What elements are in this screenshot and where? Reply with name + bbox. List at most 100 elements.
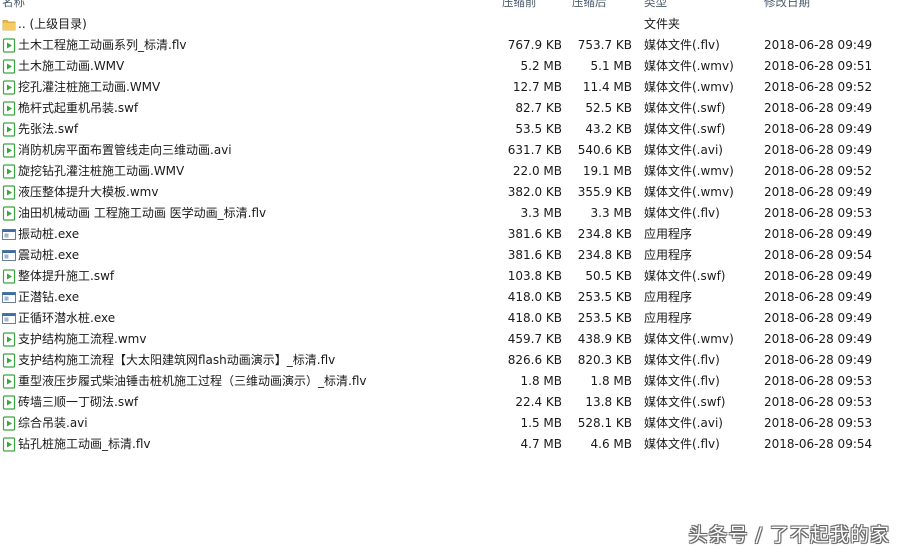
file-type: 媒体文件(.swf) <box>644 269 726 283</box>
column-header-size[interactable]: 压缩后 <box>572 0 607 10</box>
file-size: 528.1 KB <box>577 416 632 430</box>
file-name: 正潜钻.exe <box>18 290 80 304</box>
file-compressed-size: 1.8 MB <box>520 374 562 388</box>
watermark: 头条号 / 了不起我的家 <box>688 524 890 546</box>
file-type: 媒体文件(.flv) <box>644 374 720 388</box>
media-file-icon <box>2 101 16 116</box>
media-file-icon <box>2 269 16 284</box>
file-row[interactable]: 整体提升施工.swf 103.8 KB 50.5 KB 媒体文件(.swf) 2018-… <box>0 266 904 287</box>
file-name: 先张法.swf <box>18 122 79 136</box>
file-name-cell: 正潜钻.exe <box>0 287 495 308</box>
file-compressed-size: 22.0 MB <box>512 164 562 178</box>
file-name-cell: 正循环潜水桩.exe <box>0 308 495 329</box>
file-row[interactable]: 支护结构施工流程.wmv 459.7 KB 438.9 KB 媒体文件(.wmv) 20… <box>0 329 904 350</box>
file-size: 753.7 KB <box>577 38 632 52</box>
file-type: 媒体文件(.swf) <box>644 122 726 136</box>
folder-icon <box>2 20 16 31</box>
file-name-cell: 消防机房平面布置管线走向三维动画.avi <box>0 140 495 161</box>
file-compressed-size: 1.5 MB <box>520 416 562 430</box>
file-row[interactable]: 旋挖钻孔灌注桩施工动画.WMV 22.0 MB 19.1 MB 媒体文件(.wmv) 2… <box>0 161 904 182</box>
parent-folder-type: 文件夹 <box>644 17 681 31</box>
file-compressed-size: 5.2 MB <box>520 59 562 73</box>
file-modified-date: 2018-06-28 09:52 <box>764 164 873 178</box>
file-row[interactable]: 钻孔桩施工动画_标清.flv 4.7 MB 4.6 MB 媒体文件(.flv) 2018… <box>0 434 904 455</box>
file-compressed-size: 459.7 KB <box>507 332 562 346</box>
file-row[interactable]: 综合吊装.avi 1.5 MB 528.1 KB 媒体文件(.avi) 2018-06-… <box>0 413 904 434</box>
file-row[interactable]: 支护结构施工流程【大太阳建筑网flash动画演示】_标清.flv 826.6 KB… <box>0 350 904 371</box>
file-modified-date: 2018-06-28 09:49 <box>764 227 873 241</box>
file-size: 19.1 MB <box>582 164 632 178</box>
column-header-compressed[interactable]: 压缩前 <box>502 0 537 10</box>
file-row[interactable]: 挖孔灌注桩施工动画.WMV 12.7 MB 11.4 MB 媒体文件(.wmv) 201… <box>0 77 904 98</box>
file-row[interactable]: 先张法.swf 53.5 KB 43.2 KB 媒体文件(.swf) 2018-06-2… <box>0 119 904 140</box>
file-row[interactable]: 振动桩.exe 381.6 KB 234.8 KB 应用程序 2018-06-28 09… <box>0 224 904 245</box>
column-header-modified[interactable]: 修改日期 <box>764 0 810 10</box>
file-name-cell: 钻孔桩施工动画_标清.flv <box>0 434 495 455</box>
file-compressed-size: 22.4 KB <box>515 395 562 409</box>
file-row[interactable]: 砖墙三顺一丁砌法.swf 22.4 KB 13.8 KB 媒体文件(.swf) 2018… <box>0 392 904 413</box>
file-type: 媒体文件(.flv) <box>644 437 720 451</box>
media-file-icon <box>2 437 16 452</box>
parent-folder-label: .. (上级目录) <box>18 17 87 31</box>
file-row[interactable]: 桅杆式起重机吊装.swf 82.7 KB 52.5 KB 媒体文件(.swf) 2018… <box>0 98 904 119</box>
file-row[interactable]: 液压整体提升大模板.wmv 382.0 KB 355.9 KB 媒体文件(.wmv) 2… <box>0 182 904 203</box>
column-header-type[interactable]: 类型 <box>644 0 667 10</box>
column-header-name[interactable]: 名称 <box>2 0 25 10</box>
file-type: 媒体文件(.flv) <box>644 353 720 367</box>
file-type: 媒体文件(.wmv) <box>644 185 734 199</box>
file-size: 253.5 KB <box>577 311 632 325</box>
media-file-icon <box>2 122 16 137</box>
file-name-cell: 砖墙三顺一丁砌法.swf <box>0 392 495 413</box>
media-file-icon <box>2 143 16 158</box>
file-name-cell: 支护结构施工流程【大太阳建筑网flash动画演示】_标清.flv <box>0 350 495 371</box>
file-size: 13.8 KB <box>585 395 632 409</box>
file-name: 正循环潜水桩.exe <box>18 311 116 325</box>
file-name: 油田机械动画 工程施工动画 医学动画_标清.flv <box>18 206 267 220</box>
file-size: 5.1 MB <box>590 59 632 73</box>
file-type: 媒体文件(.wmv) <box>644 332 734 346</box>
file-name: 挖孔灌注桩施工动画.WMV <box>18 80 161 94</box>
file-compressed-size: 3.3 MB <box>520 206 562 220</box>
file-name-cell: 挖孔灌注桩施工动画.WMV <box>0 77 495 98</box>
file-name-cell: 油田机械动画 工程施工动画 医学动画_标清.flv <box>0 203 495 224</box>
file-name: 钻孔桩施工动画_标清.flv <box>18 437 151 451</box>
application-icon <box>2 311 16 326</box>
file-type: 媒体文件(.wmv) <box>644 59 734 73</box>
file-compressed-size: 631.7 KB <box>507 143 562 157</box>
file-size: 3.3 MB <box>590 206 632 220</box>
file-name-cell: 桅杆式起重机吊装.swf <box>0 98 495 119</box>
file-modified-date: 2018-06-28 09:54 <box>764 248 873 262</box>
file-row[interactable]: 油田机械动画 工程施工动画 医学动画_标清.flv 3.3 MB 3.3 MB 媒体文… <box>0 203 904 224</box>
file-row[interactable]: 重型液压步履式柴油锤击桩机施工过程（三维动画演示）_标清.flv 1.8 MB 1.… <box>0 371 904 392</box>
file-compressed-size: 418.0 KB <box>507 290 562 304</box>
file-modified-date: 2018-06-28 09:53 <box>764 416 873 430</box>
file-name: 综合吊装.avi <box>18 416 88 430</box>
file-modified-date: 2018-06-28 09:49 <box>764 185 873 199</box>
file-row[interactable]: 土木工程施工动画系列_标清.flv 767.9 KB 753.7 KB 媒体文件(.f… <box>0 35 904 56</box>
file-type: 媒体文件(.flv) <box>644 38 720 52</box>
file-compressed-size: 381.6 KB <box>507 248 562 262</box>
parent-folder-row[interactable]: .. (上级目录) 文件夹 <box>0 14 904 35</box>
file-compressed-size: 12.7 MB <box>512 80 562 94</box>
file-compressed-size: 418.0 KB <box>507 311 562 325</box>
file-name: 支护结构施工流程【大太阳建筑网flash动画演示】_标清.flv <box>18 353 336 367</box>
file-size: 52.5 KB <box>585 101 632 115</box>
file-row[interactable]: 土木施工动画.WMV 5.2 MB 5.1 MB 媒体文件(.wmv) 2018-06-… <box>0 56 904 77</box>
file-compressed-size: 53.5 KB <box>515 122 562 136</box>
file-row[interactable]: 正循环潜水桩.exe 418.0 KB 253.5 KB 应用程序 2018-06-28… <box>0 308 904 329</box>
parent-folder-name-cell: .. (上级目录) <box>0 14 495 35</box>
file-modified-date: 2018-06-28 09:49 <box>764 353 873 367</box>
file-type: 应用程序 <box>644 248 693 262</box>
file-size: 11.4 MB <box>582 80 632 94</box>
file-modified-date: 2018-06-28 09:49 <box>764 332 873 346</box>
file-size: 820.3 KB <box>577 353 632 367</box>
file-name-cell: 土木施工动画.WMV <box>0 56 495 77</box>
file-row[interactable]: 震动桩.exe 381.6 KB 234.8 KB 应用程序 2018-06-28 09… <box>0 245 904 266</box>
file-size: 234.8 KB <box>577 227 632 241</box>
file-row[interactable]: 正潜钻.exe 418.0 KB 253.5 KB 应用程序 2018-06-28 09… <box>0 287 904 308</box>
file-name: 土木工程施工动画系列_标清.flv <box>18 38 187 52</box>
file-name: 重型液压步履式柴油锤击桩机施工过程（三维动画演示）_标清.flv <box>18 374 367 388</box>
media-file-icon <box>2 38 16 53</box>
file-row[interactable]: 消防机房平面布置管线走向三维动画.avi 631.7 KB 540.6 KB 媒体文件… <box>0 140 904 161</box>
file-size: 50.5 KB <box>585 269 632 283</box>
